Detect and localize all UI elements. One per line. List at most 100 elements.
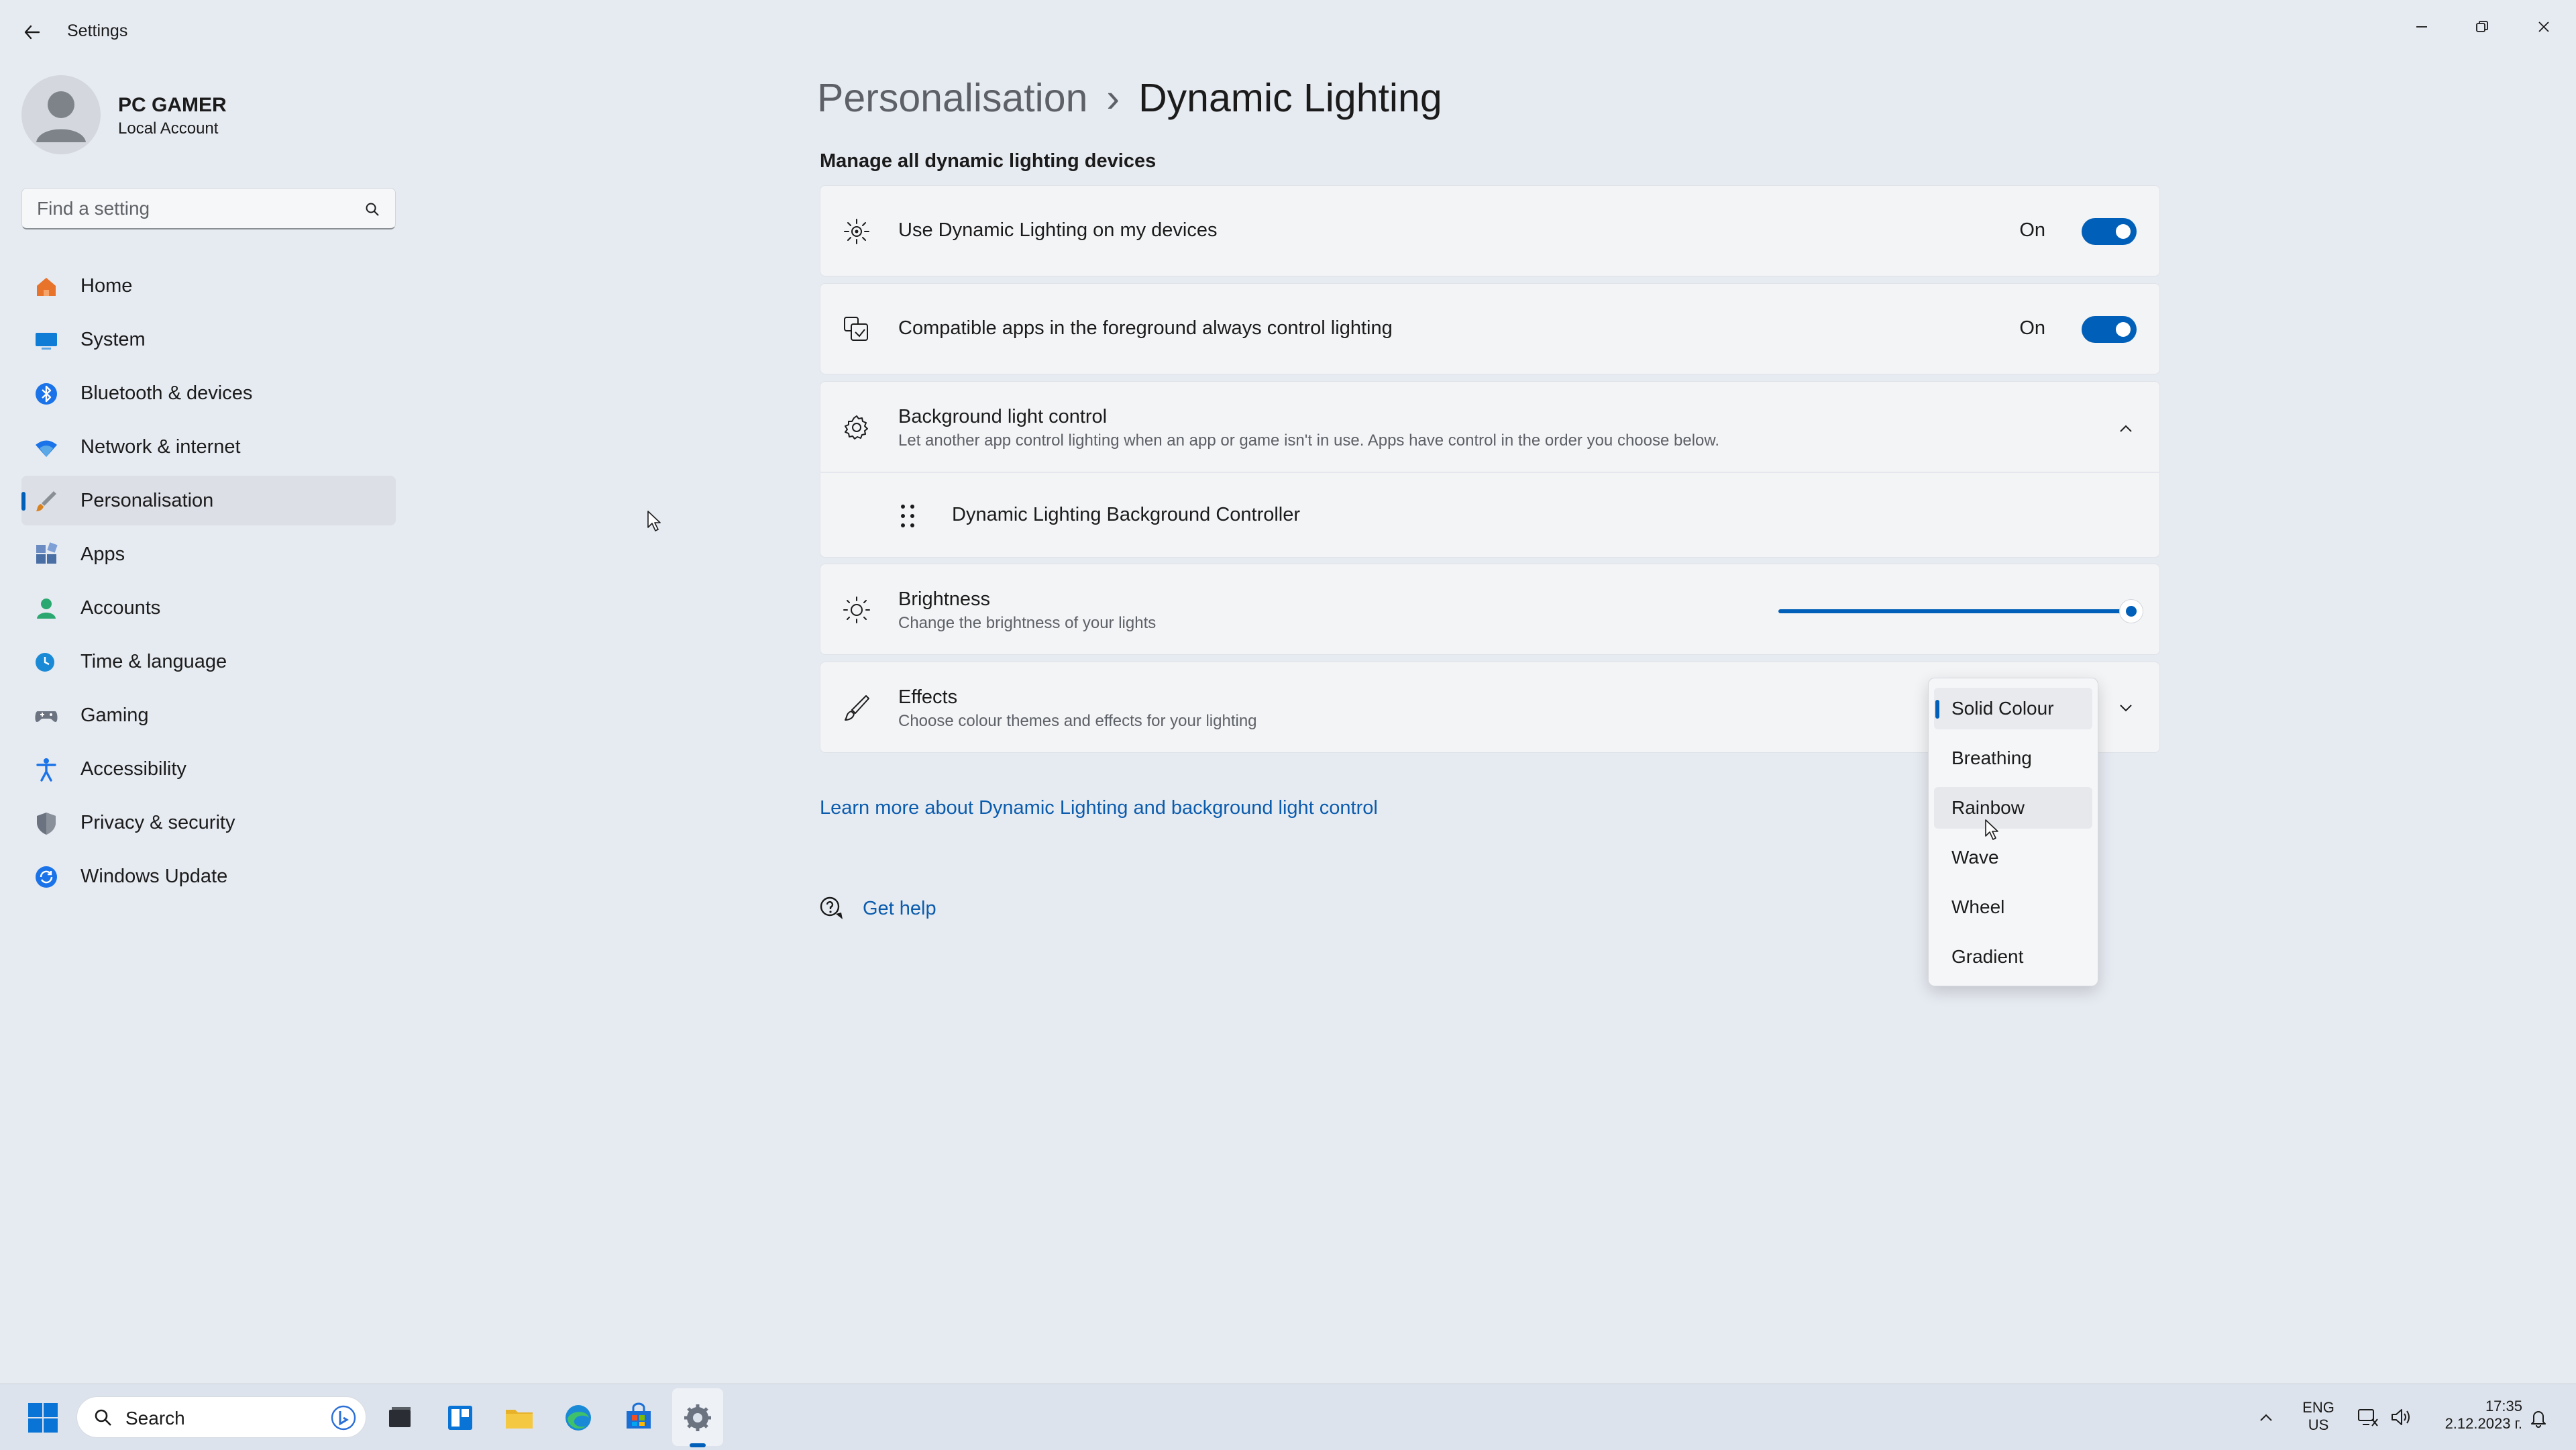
volume-icon[interactable] [2390, 1406, 2412, 1429]
effects-option-solid-colour[interactable]: Solid Colour [1934, 688, 2092, 729]
restore-button[interactable] [2462, 12, 2502, 42]
clock-date: 2.12.2023 г. [2445, 1415, 2522, 1432]
clock[interactable]: 17:35 2.12.2023 г. [2422, 1398, 2522, 1433]
apps-lighting-icon [844, 317, 868, 341]
sidebar-item-label: System [80, 328, 146, 350]
region-code: US [2308, 1416, 2329, 1433]
file-explorer-icon[interactable] [500, 1399, 538, 1437]
setting-brightness: Brightness Change the brightness of your… [820, 564, 2160, 655]
use-dynamic-lighting-toggle[interactable] [2082, 218, 2137, 245]
sidebar-item-label: Bluetooth & devices [80, 382, 253, 404]
sidebar-item-apps[interactable]: Apps [21, 529, 396, 579]
search-icon [95, 1409, 111, 1426]
slider-track[interactable] [1778, 609, 2127, 613]
sidebar-item-windows-update[interactable]: Windows Update [21, 851, 396, 901]
effects-option-wave[interactable]: Wave [1934, 837, 2092, 878]
sidebar-item-label: Accounts [80, 597, 161, 619]
microsoft-store-icon[interactable] [620, 1399, 657, 1437]
effects-option-breathing[interactable]: Breathing [1934, 737, 2092, 779]
sidebar-item-accounts[interactable]: Accounts [21, 583, 396, 633]
sidebar-item-label: Windows Update [80, 865, 228, 887]
compatible-apps-toggle[interactable] [2082, 316, 2137, 343]
edge-browser-icon[interactable] [559, 1399, 597, 1437]
sidebar-item-system[interactable]: System [21, 315, 396, 364]
taskbar-search-box[interactable]: Search [76, 1396, 366, 1438]
effects-option-gradient[interactable]: Gradient [1934, 936, 2092, 978]
help-chat-icon [820, 896, 843, 919]
chevron-down-icon[interactable] [2116, 698, 2135, 717]
network-icon[interactable] [2356, 1406, 2379, 1429]
sidebar-item-network[interactable]: Network & internet [21, 422, 396, 472]
option-label: Breathing [1951, 747, 2032, 768]
profile-name: PC GAMER [118, 94, 227, 116]
chevron-up-icon[interactable] [2116, 419, 2135, 438]
sidebar-item-label: Gaming [80, 704, 149, 726]
taskbar: Search ENG US 17:35 2.12.2023 г. [0, 1384, 2576, 1450]
background-controller-item[interactable]: Dynamic Lighting Background Controller [820, 473, 2160, 558]
sidebar-item-label: Network & internet [80, 435, 241, 458]
effects-option-wheel[interactable]: Wheel [1934, 886, 2092, 928]
back-arrow-icon [24, 25, 40, 40]
sidebar-item-time-language[interactable]: Time & language [21, 637, 396, 686]
get-help-link[interactable]: Get help [863, 898, 936, 920]
back-button[interactable] [19, 19, 46, 46]
restore-icon [2476, 21, 2488, 32]
sidebar-item-gaming[interactable]: Gaming [21, 690, 396, 740]
search-icon[interactable] [364, 201, 380, 217]
notification-bell-icon[interactable] [2528, 1407, 2549, 1429]
sidebar-item-home[interactable]: Home [21, 261, 396, 311]
bing-icon[interactable] [331, 1405, 356, 1431]
breadcrumb: Personalisation › Dynamic Lighting [817, 75, 1442, 121]
task-view-icon[interactable] [381, 1399, 419, 1437]
learn-more-link[interactable]: Learn more about Dynamic Lighting and ba… [820, 797, 1378, 819]
accessibility-icon [36, 758, 56, 782]
sidebar-item-label: Apps [80, 543, 125, 565]
setting-background-light-control[interactable]: Background light control Let another app… [820, 381, 2160, 472]
option-label: Rainbow [1951, 797, 2025, 818]
setting-description: Let another app control lighting when an… [898, 431, 1720, 450]
breadcrumb-separator: › [1106, 76, 1120, 120]
brightness-slider[interactable] [1778, 564, 2154, 656]
home-icon [37, 278, 56, 296]
profile-account-type: Local Account [118, 119, 219, 138]
sidebar-item-bluetooth[interactable]: Bluetooth & devices [21, 368, 396, 418]
sidebar-item-label: Time & language [80, 650, 227, 672]
selected-indicator [21, 492, 25, 511]
option-label: Solid Colour [1951, 698, 2054, 719]
setting-title: Compatible apps in the foreground always… [898, 317, 1393, 339]
taskbar-search-label: Search [125, 1408, 185, 1429]
setting-title: Background light control [898, 406, 1108, 427]
clock-time: 17:35 [2485, 1398, 2522, 1414]
active-app-indicator [690, 1443, 706, 1447]
close-button[interactable] [2524, 12, 2564, 42]
drag-handle-icon[interactable] [898, 503, 917, 529]
person-silhouette-icon [36, 91, 86, 142]
language-indicator[interactable]: ENG US [2300, 1399, 2337, 1434]
globe-clock-icon [36, 653, 54, 672]
breadcrumb-parent-link[interactable]: Personalisation [817, 75, 1087, 121]
settings-search-input[interactable] [36, 189, 354, 229]
sidebar-item-accessibility[interactable]: Accessibility [21, 744, 396, 794]
chevron-up-icon[interactable] [2257, 1408, 2275, 1427]
sidebar-item-label: Home [80, 274, 133, 297]
minimize-button[interactable] [2402, 12, 2442, 42]
selected-indicator [1935, 700, 1939, 719]
gamepad-icon [35, 711, 58, 722]
window-title: Settings [67, 21, 128, 40]
lighting-icon [844, 219, 869, 244]
person-icon [37, 599, 56, 619]
settings-search-box[interactable] [21, 188, 396, 229]
minimize-icon [2416, 26, 2427, 28]
sidebar-item-privacy[interactable]: Privacy & security [21, 798, 396, 847]
slider-thumb[interactable] [2119, 599, 2143, 623]
shield-icon [37, 813, 56, 835]
sidebar-item-personalisation[interactable]: Personalisation [21, 476, 396, 525]
setting-description: Change the brightness of your lights [898, 614, 1157, 632]
settings-gear-icon[interactable] [679, 1399, 716, 1437]
toggle-state-label: On [2019, 219, 2045, 241]
widgets-icon[interactable] [441, 1399, 479, 1437]
windows-start-icon[interactable] [24, 1399, 62, 1437]
effects-option-rainbow[interactable]: Rainbow [1934, 787, 2092, 829]
avatar[interactable] [21, 75, 101, 154]
language-code: ENG [2302, 1399, 2334, 1416]
